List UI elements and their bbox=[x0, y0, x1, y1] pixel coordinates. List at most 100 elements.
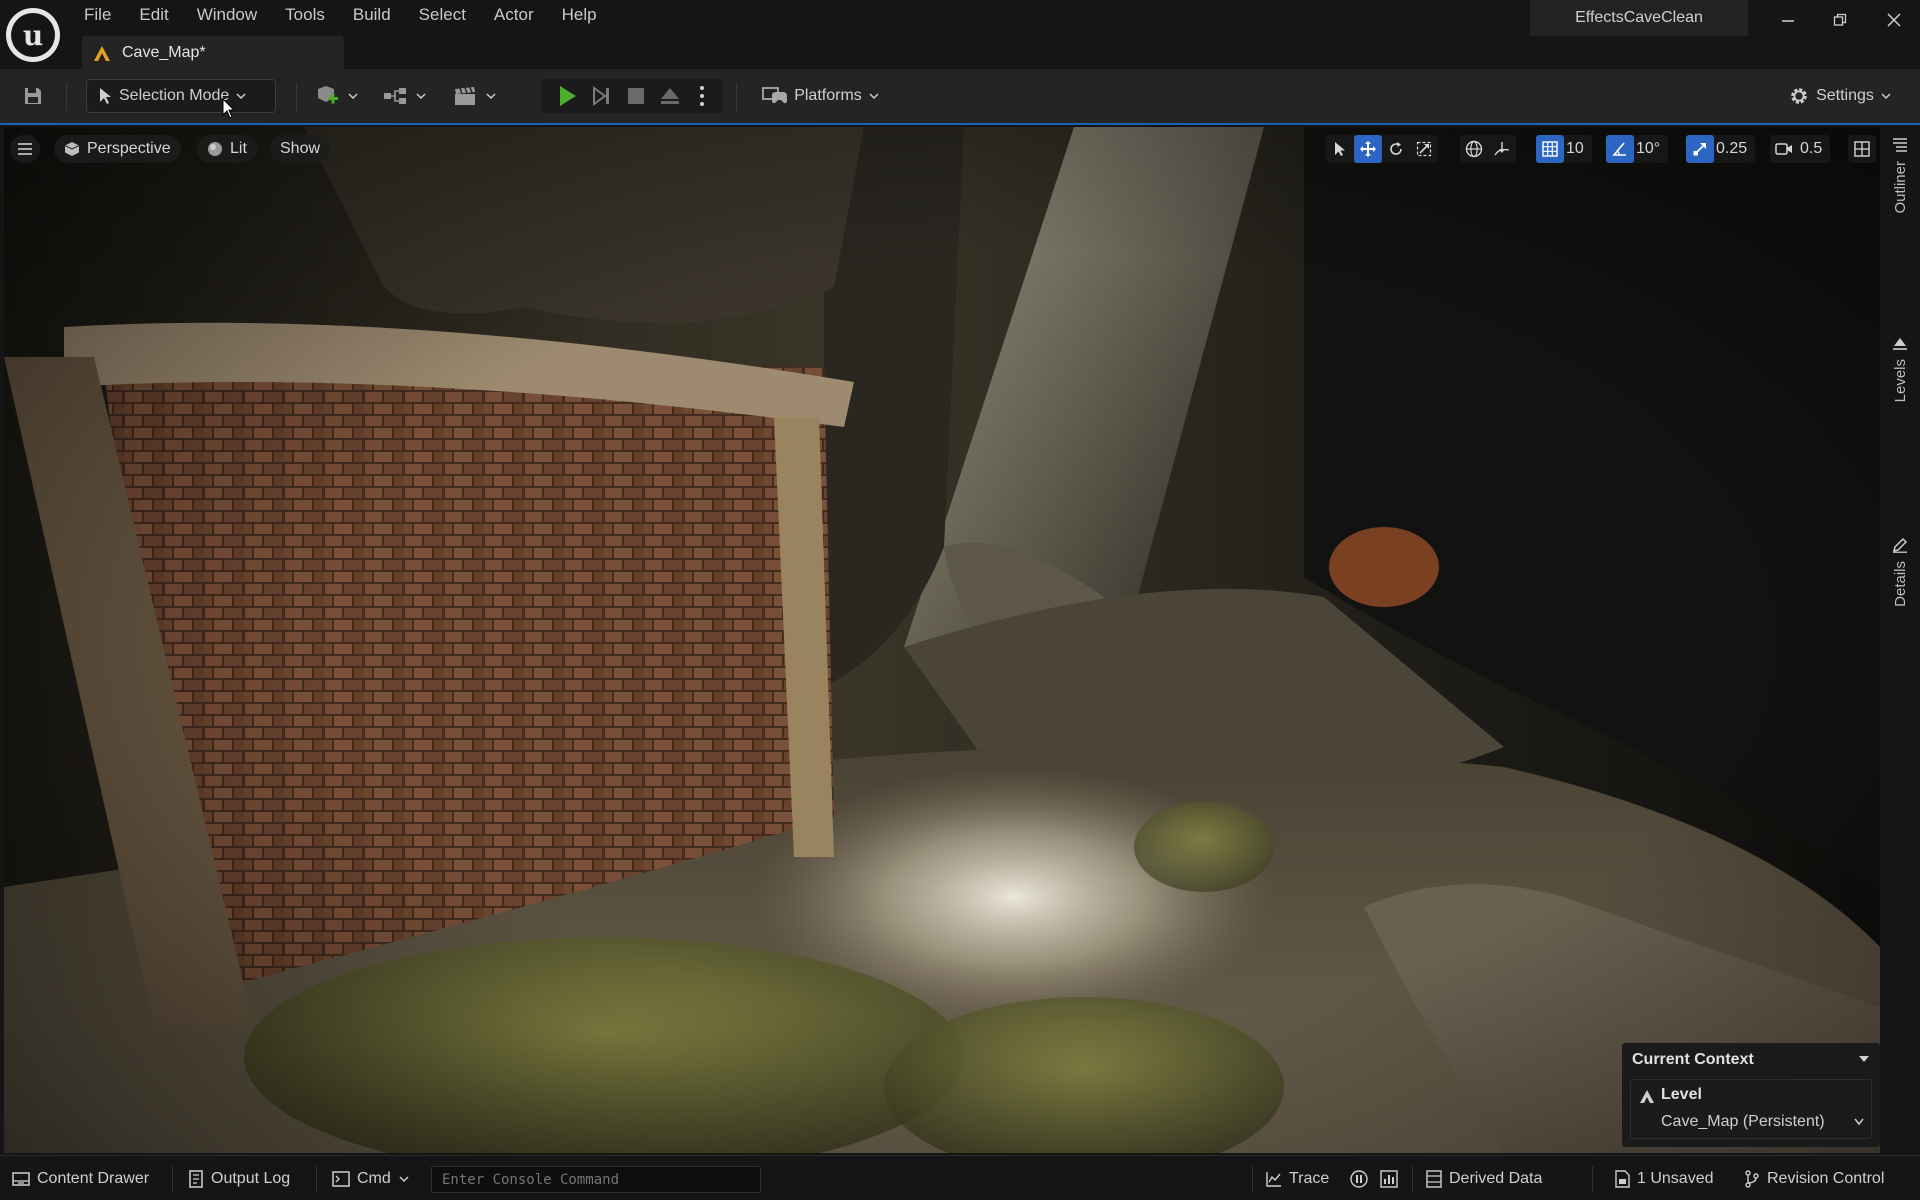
surface-snap-icon bbox=[1494, 142, 1510, 156]
gear-icon bbox=[1791, 88, 1807, 104]
scale-snap-toggle[interactable] bbox=[1686, 135, 1714, 163]
globe-icon bbox=[1465, 140, 1483, 158]
layout-button[interactable] bbox=[1848, 135, 1876, 163]
database-icon bbox=[1426, 1170, 1442, 1188]
camera-icon bbox=[1775, 143, 1792, 155]
rotate-icon bbox=[1390, 142, 1402, 155]
rotation-snap-toggle[interactable] bbox=[1606, 135, 1634, 163]
chevron-down-icon[interactable] bbox=[1853, 1117, 1865, 1127]
selection-mode-dropdown[interactable]: Selection Mode bbox=[86, 79, 276, 113]
menu-build[interactable]: Build bbox=[339, 0, 405, 30]
close-button[interactable] bbox=[1872, 0, 1916, 40]
tab-levels[interactable]: Levels bbox=[1880, 335, 1920, 402]
settings-dropdown[interactable]: Settings bbox=[1780, 79, 1900, 113]
rotation-snap-group[interactable]: 10° bbox=[1606, 135, 1669, 163]
document-tab[interactable]: Cave_Map* bbox=[82, 36, 344, 69]
rotation-snap-value: 10° bbox=[1636, 140, 1661, 157]
dropdown-arrow-icon[interactable] bbox=[1858, 1054, 1870, 1064]
surface-snap-toggle[interactable] bbox=[1488, 135, 1516, 163]
grid-icon bbox=[1542, 141, 1558, 157]
minimize-icon bbox=[1782, 20, 1794, 22]
save-button[interactable] bbox=[18, 79, 48, 113]
stop-button[interactable] bbox=[621, 79, 651, 113]
tab-outliner[interactable]: Outliner bbox=[1880, 137, 1920, 214]
add-actor-button[interactable] bbox=[312, 79, 362, 113]
cursor-icon bbox=[1335, 142, 1345, 156]
layout-grid-icon bbox=[1854, 141, 1870, 157]
grid-snap-group[interactable]: 10 bbox=[1536, 135, 1592, 163]
menu-window[interactable]: Window bbox=[183, 0, 271, 30]
chevron-down-icon bbox=[869, 93, 879, 100]
stats-button[interactable] bbox=[1380, 1164, 1398, 1194]
derived-data-button[interactable]: Derived Data bbox=[1426, 1164, 1542, 1194]
grid-snap-toggle[interactable] bbox=[1536, 135, 1564, 163]
viewport-menu-button[interactable] bbox=[10, 135, 40, 163]
trace-button[interactable]: Trace bbox=[1266, 1164, 1329, 1194]
drawer-icon bbox=[12, 1172, 30, 1186]
scale-tool[interactable] bbox=[1410, 135, 1438, 163]
cmd-dropdown[interactable]: Cmd bbox=[332, 1164, 410, 1194]
menu-actor[interactable]: Actor bbox=[480, 0, 548, 30]
show-dropdown[interactable]: Show bbox=[270, 135, 331, 163]
transform-tools bbox=[1326, 135, 1438, 163]
view-mode-dropdown[interactable]: Lit bbox=[197, 135, 257, 163]
tab-details[interactable]: Details bbox=[1880, 537, 1920, 607]
chevron-down-icon bbox=[416, 93, 426, 100]
live-coding-button[interactable] bbox=[1350, 1164, 1368, 1194]
platforms-dropdown[interactable]: Platforms bbox=[756, 79, 886, 113]
menu-edit[interactable]: Edit bbox=[125, 0, 182, 30]
camera-speed-group[interactable]: 0.5 bbox=[1770, 135, 1831, 163]
console-command-input[interactable] bbox=[431, 1166, 761, 1193]
minimize-button[interactable] bbox=[1766, 0, 1810, 40]
level-icon bbox=[1640, 1090, 1654, 1103]
unsaved-button[interactable]: 1 Unsaved bbox=[1614, 1164, 1714, 1194]
chevron-down-icon bbox=[399, 1176, 409, 1183]
scale-snap-icon bbox=[1693, 143, 1706, 156]
menu-file[interactable]: File bbox=[70, 0, 125, 30]
title-bar: u File Edit Window Tools Build Select Ac… bbox=[0, 0, 1920, 69]
blueprints-button[interactable] bbox=[380, 79, 430, 113]
revision-control-button[interactable]: Revision Control bbox=[1744, 1164, 1884, 1194]
current-context-title: Current Context bbox=[1632, 1051, 1754, 1068]
add-actor-icon bbox=[318, 86, 338, 104]
perspective-label: Perspective bbox=[87, 140, 171, 157]
select-tool[interactable] bbox=[1326, 135, 1354, 163]
rotate-tool[interactable] bbox=[1382, 135, 1410, 163]
content-drawer-label: Content Drawer bbox=[37, 1170, 150, 1187]
level-viewport[interactable]: Perspective Lit Show 10 10° 0.25 0.5 Cur… bbox=[4, 127, 1880, 1153]
side-panel-tabs: Outliner Levels Details bbox=[1880, 127, 1920, 1153]
derived-data-label: Derived Data bbox=[1449, 1170, 1543, 1187]
menu-bar: File Edit Window Tools Build Select Acto… bbox=[70, 0, 611, 30]
levels-label: Levels bbox=[1891, 359, 1909, 403]
perspective-dropdown[interactable]: Perspective bbox=[54, 135, 181, 163]
play-options-button[interactable] bbox=[692, 79, 712, 113]
scale-snap-value: 0.25 bbox=[1716, 140, 1748, 157]
terminal-icon bbox=[332, 1171, 350, 1187]
step-button[interactable] bbox=[586, 79, 616, 113]
context-level-label: Level bbox=[1661, 1086, 1702, 1103]
eject-button[interactable] bbox=[655, 79, 685, 113]
main-toolbar: Selection Mode Platforms Settings bbox=[0, 69, 1920, 125]
output-log-button[interactable]: Output Log bbox=[188, 1164, 290, 1194]
menu-tools[interactable]: Tools bbox=[271, 0, 339, 30]
cinematics-button[interactable] bbox=[450, 79, 500, 113]
scale-snap-group[interactable]: 0.25 bbox=[1686, 135, 1756, 163]
camera-speed-button[interactable] bbox=[1770, 135, 1798, 163]
context-map-value[interactable]: Cave_Map (Persistent) bbox=[1661, 1113, 1825, 1131]
world-space-toggle[interactable] bbox=[1460, 135, 1488, 163]
menu-help[interactable]: Help bbox=[548, 0, 611, 30]
angle-icon bbox=[1612, 142, 1626, 156]
content-drawer-button[interactable]: Content Drawer bbox=[12, 1164, 149, 1194]
restore-button[interactable] bbox=[1818, 0, 1862, 40]
unsaved-label: 1 Unsaved bbox=[1637, 1170, 1714, 1187]
outliner-label: Outliner bbox=[1891, 161, 1909, 214]
status-bar: Content Drawer Output Log Cmd Trace Deri… bbox=[0, 1155, 1920, 1200]
output-log-label: Output Log bbox=[211, 1170, 291, 1187]
details-label: Details bbox=[1891, 561, 1909, 607]
unreal-logo[interactable]: u bbox=[6, 8, 60, 62]
menu-select[interactable]: Select bbox=[405, 0, 480, 30]
cave-scene-render[interactable] bbox=[4, 127, 1880, 1153]
stats-icon bbox=[1380, 1170, 1398, 1188]
play-button[interactable] bbox=[552, 79, 582, 113]
translate-tool[interactable] bbox=[1354, 135, 1382, 163]
